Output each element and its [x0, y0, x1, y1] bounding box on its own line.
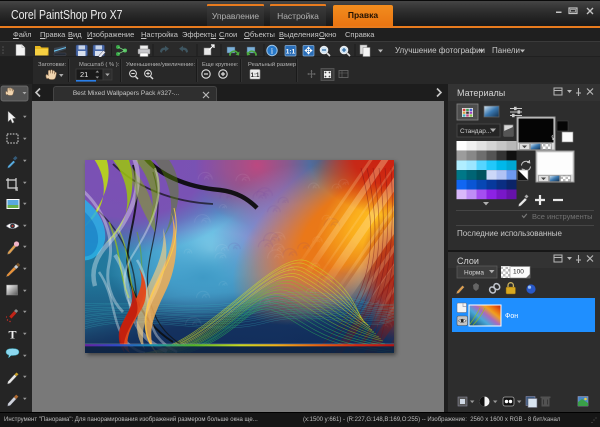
svg-text:100: 100: [513, 269, 524, 276]
svg-text:Масштаб ( % ):: Масштаб ( % ):: [79, 62, 120, 68]
svg-text:Норма: Норма: [464, 270, 484, 277]
svg-text:Стандар...: Стандар...: [460, 128, 491, 135]
svg-text:Реальный размер:: Реальный размер:: [248, 61, 298, 68]
svg-text:Материалы: Материалы: [457, 88, 505, 98]
svg-text:Слои: Слои: [457, 256, 479, 266]
svg-text:Последние использованные: Последние использованные: [457, 229, 563, 238]
svg-text:21: 21: [80, 70, 88, 79]
svg-text:1:1: 1:1: [251, 73, 260, 79]
svg-text:Уменьшение/увеличение:: Уменьшение/увеличение:: [126, 62, 195, 68]
svg-text:1:1: 1:1: [286, 49, 296, 56]
svg-text:Улучшение фотографии: Улучшение фотографии: [395, 46, 485, 55]
svg-text:Все инструменты: Все инструменты: [532, 212, 593, 221]
svg-text:Еще крупнее:: Еще крупнее:: [202, 62, 239, 68]
svg-text:Заготовки:: Заготовки:: [38, 62, 66, 68]
svg-text:T: T: [8, 328, 16, 342]
svg-text:Панели: Панели: [492, 46, 520, 55]
svg-text:Фон: Фон: [505, 313, 518, 320]
